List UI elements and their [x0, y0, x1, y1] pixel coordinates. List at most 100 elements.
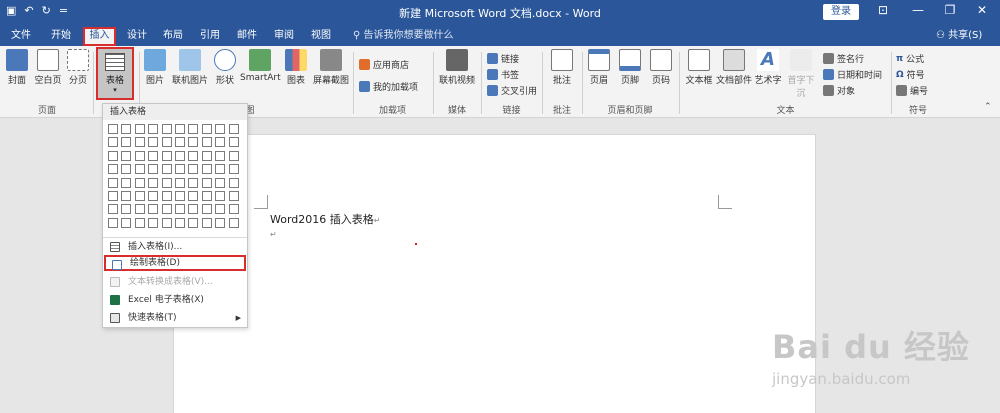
- grid-cell[interactable]: [215, 124, 226, 134]
- document-text[interactable]: Word2016 插入表格↵: [270, 211, 380, 227]
- tab-home[interactable]: 开始: [46, 27, 76, 46]
- grid-cell[interactable]: [148, 124, 159, 134]
- minimize-icon[interactable]: —: [908, 3, 928, 17]
- tab-design[interactable]: 设计: [122, 27, 152, 46]
- collapse-ribbon-icon[interactable]: ⌃: [984, 102, 992, 112]
- grid-cell[interactable]: [161, 124, 172, 134]
- cover-page-button[interactable]: 封面: [4, 49, 30, 86]
- excel-spreadsheet-menu-item[interactable]: Excel 电子表格(X): [104, 292, 246, 308]
- grid-cell[interactable]: [228, 191, 239, 201]
- page-number-button[interactable]: 页码: [648, 49, 674, 86]
- grid-cell[interactable]: [228, 124, 239, 134]
- online-video-button[interactable]: 联机视频: [437, 49, 477, 86]
- grid-cell[interactable]: [228, 217, 239, 228]
- symbol-button[interactable]: Ω 符号: [896, 68, 925, 82]
- grid-cell[interactable]: [161, 177, 172, 188]
- grid-cell[interactable]: [161, 191, 172, 201]
- grid-cell[interactable]: [188, 177, 199, 188]
- grid-cell[interactable]: [201, 204, 212, 215]
- footer-button[interactable]: 页脚: [617, 49, 643, 86]
- grid-cell[interactable]: [201, 150, 212, 161]
- grid-cell[interactable]: [134, 150, 145, 161]
- grid-cell[interactable]: [121, 150, 132, 161]
- grid-cell[interactable]: [188, 137, 199, 148]
- grid-cell[interactable]: [161, 217, 172, 228]
- grid-cell[interactable]: [148, 137, 159, 148]
- grid-cell[interactable]: [148, 177, 159, 188]
- draw-table-menu-item[interactable]: 绘制表格(D): [104, 255, 246, 271]
- tab-references[interactable]: 引用: [195, 27, 225, 46]
- online-picture-button[interactable]: 联机图片: [170, 49, 210, 86]
- grid-cell[interactable]: [201, 191, 212, 201]
- document-page[interactable]: [173, 134, 816, 413]
- grid-cell[interactable]: [215, 137, 226, 148]
- grid-cell[interactable]: [161, 150, 172, 161]
- grid-cell[interactable]: [148, 204, 159, 215]
- grid-cell[interactable]: [148, 150, 159, 161]
- tab-view[interactable]: 视图: [306, 27, 336, 46]
- grid-cell[interactable]: [134, 217, 145, 228]
- grid-cell[interactable]: [215, 177, 226, 188]
- grid-cell[interactable]: [175, 137, 185, 148]
- grid-cell[interactable]: [121, 177, 132, 188]
- object-button[interactable]: 对象: [823, 84, 855, 97]
- grid-cell[interactable]: [201, 124, 212, 134]
- share-button[interactable]: ⚇ 共享(S): [936, 27, 982, 44]
- grid-cell[interactable]: [188, 191, 199, 201]
- page-break-button[interactable]: 分页: [66, 49, 90, 86]
- grid-cell[interactable]: [108, 204, 118, 215]
- quick-parts-button[interactable]: 文档部件: [716, 49, 752, 86]
- grid-cell[interactable]: [121, 124, 132, 134]
- cross-reference-button[interactable]: 交叉引用: [487, 84, 537, 97]
- grid-cell[interactable]: [121, 191, 132, 201]
- wordart-button[interactable]: A 艺术字: [753, 49, 783, 86]
- tab-file[interactable]: 文件: [6, 27, 36, 46]
- comment-button[interactable]: 批注: [547, 49, 577, 86]
- grid-cell[interactable]: [161, 204, 172, 215]
- grid-cell[interactable]: [108, 217, 118, 228]
- store-button[interactable]: 应用商店: [359, 58, 409, 71]
- grid-cell[interactable]: [215, 204, 226, 215]
- screenshot-button[interactable]: 屏幕截图: [311, 49, 351, 86]
- close-icon[interactable]: ✕: [972, 3, 992, 17]
- grid-cell[interactable]: [175, 164, 185, 175]
- grid-cell[interactable]: [134, 137, 145, 148]
- grid-cell[interactable]: [215, 164, 226, 175]
- my-addins-button[interactable]: 我的加载项: [359, 80, 418, 93]
- grid-cell[interactable]: [188, 217, 199, 228]
- signature-line-button[interactable]: 签名行: [823, 52, 864, 65]
- quick-tables-menu-item[interactable]: 快速表格(T) ▶: [104, 310, 246, 326]
- grid-cell[interactable]: [175, 191, 185, 201]
- grid-cell[interactable]: [108, 191, 118, 201]
- ribbon-display-options-icon[interactable]: ⊡: [873, 3, 893, 17]
- chart-button[interactable]: 图表: [283, 49, 309, 86]
- numbering-button[interactable]: 编号: [896, 84, 928, 97]
- grid-cell[interactable]: [134, 164, 145, 175]
- grid-cell[interactable]: [201, 177, 212, 188]
- tab-layout[interactable]: 布局: [158, 27, 188, 46]
- grid-cell[interactable]: [228, 137, 239, 148]
- grid-cell[interactable]: [228, 177, 239, 188]
- grid-cell[interactable]: [121, 164, 132, 175]
- header-button[interactable]: 页眉: [586, 49, 612, 86]
- grid-cell[interactable]: [121, 217, 132, 228]
- insert-table-menu-item[interactable]: 插入表格(I)...: [104, 239, 246, 255]
- grid-cell[interactable]: [121, 204, 132, 215]
- grid-cell[interactable]: [175, 177, 185, 188]
- grid-cell[interactable]: [215, 150, 226, 161]
- grid-cell[interactable]: [134, 124, 145, 134]
- smartart-button[interactable]: SmartArt: [240, 49, 281, 83]
- grid-cell[interactable]: [228, 150, 239, 161]
- grid-cell[interactable]: [148, 217, 159, 228]
- tab-insert[interactable]: 插入: [83, 27, 116, 46]
- grid-cell[interactable]: [108, 177, 118, 188]
- date-time-button[interactable]: 日期和时间: [823, 68, 882, 81]
- grid-cell[interactable]: [148, 164, 159, 175]
- link-button[interactable]: 链接: [487, 52, 519, 65]
- restore-icon[interactable]: ❐: [940, 3, 960, 17]
- grid-cell[interactable]: [134, 177, 145, 188]
- grid-cell[interactable]: [161, 137, 172, 148]
- grid-cell[interactable]: [108, 150, 118, 161]
- picture-button[interactable]: 图片: [142, 49, 168, 86]
- grid-cell[interactable]: [148, 191, 159, 201]
